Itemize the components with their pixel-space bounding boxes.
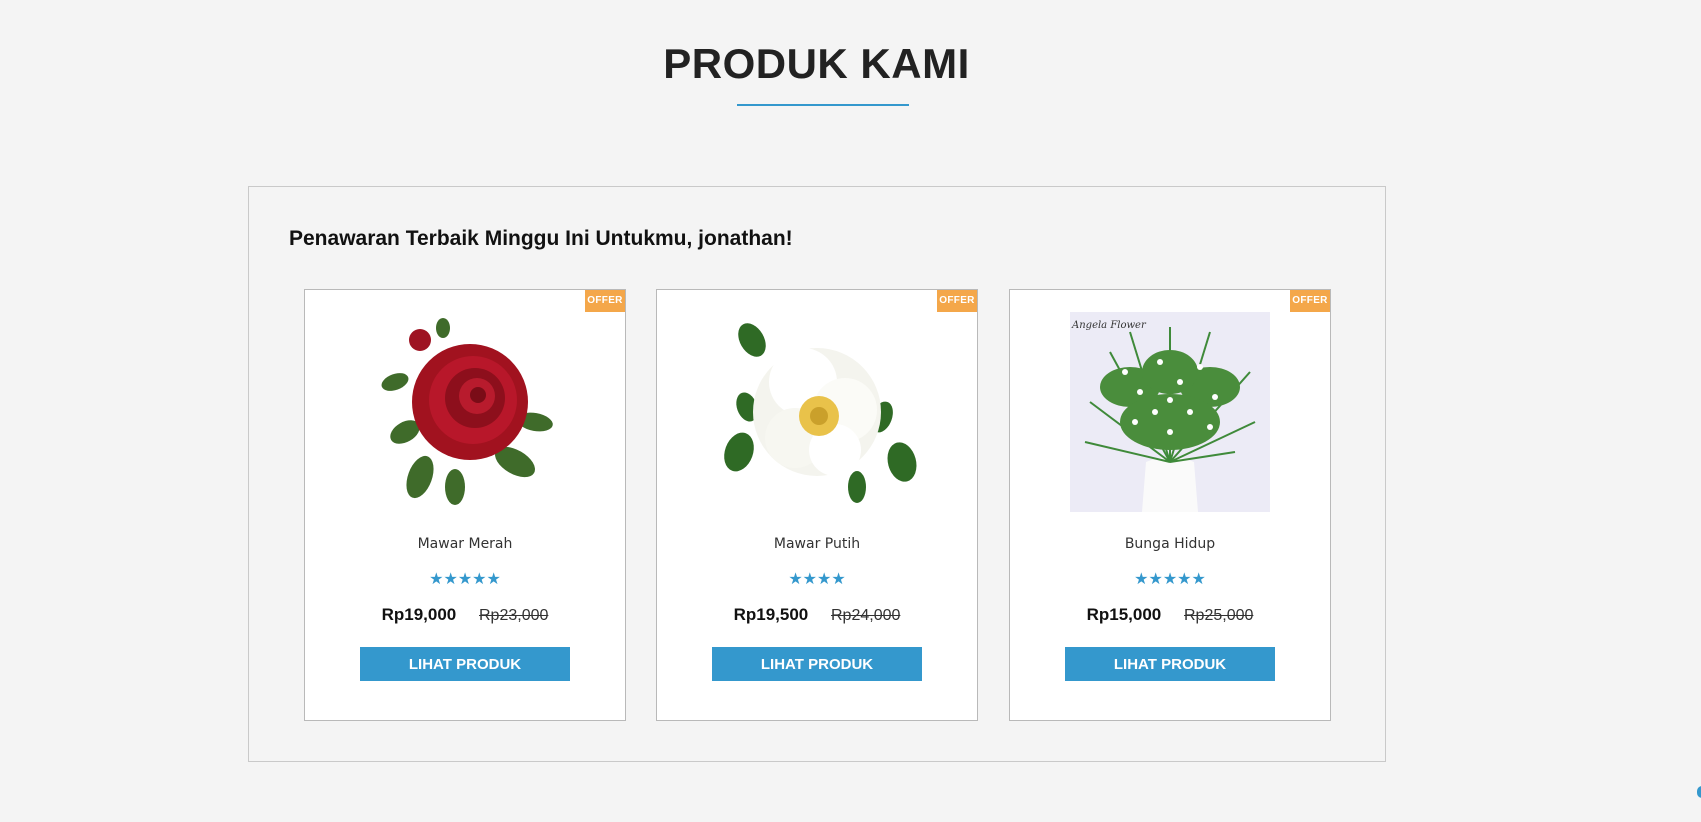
offer-badge: OFFER [1290,290,1330,312]
product-name: Bunga Hidup [1124,536,1216,552]
view-product-button[interactable]: LIHAT PRODUK [360,647,570,681]
product-card-bunga-hidup[interactable]: OFFER Angela Flower Bunga Hidup ★★★★★ Rp… [1009,289,1331,721]
title-underline [737,104,909,106]
live-flower-plant-image: Angela Flower [1070,312,1270,512]
price-row: Rp15,000 Rp25,000 [1010,605,1330,625]
price-row: Rp19,000 Rp23,000 [305,605,625,625]
page-title: PRODUK KAMI [663,40,970,87]
view-product-button[interactable]: LIHAT PRODUK [712,647,922,681]
scroll-indicator[interactable] [1697,786,1701,798]
price-row: Rp19,500 Rp24,000 [657,605,977,625]
product-card-mawar-putih[interactable]: OFFER Mawar Putih ★★★★ Rp19,500 Rp24,000 [656,289,978,721]
white-rose-image [724,323,917,503]
offer-badge: OFFER [937,290,977,312]
product-name: Mawar Merah [417,536,513,552]
offer-badge: OFFER [585,290,625,312]
weekly-offer-section: Penawaran Terbaik Minggu Ini Untukmu, jo… [248,186,1386,762]
current-price: Rp19,500 [733,605,809,624]
red-rose-image [381,318,553,505]
rating-stars-icon: ★★★★★ [429,571,501,588]
rating-stars-icon: ★★★★★ [1134,571,1206,588]
product-card-mawar-merah[interactable]: OFFER Mawar Merah ★★★★★ Rp19,000 Rp23,00… [304,289,626,721]
view-product-button[interactable]: LIHAT PRODUK [1065,647,1275,681]
original-price: Rp25,000 [1184,607,1254,624]
original-price: Rp24,000 [831,607,901,624]
current-price: Rp19,000 [381,605,457,624]
rating-stars-icon: ★★★★ [788,571,846,588]
svg-text:Angela Flower: Angela Flower [1071,320,1147,331]
offer-heading: Penawaran Terbaik Minggu Ini Untukmu, jo… [289,227,793,250]
original-price: Rp23,000 [479,607,549,624]
product-name: Mawar Putih [773,536,861,552]
current-price: Rp15,000 [1086,605,1162,624]
